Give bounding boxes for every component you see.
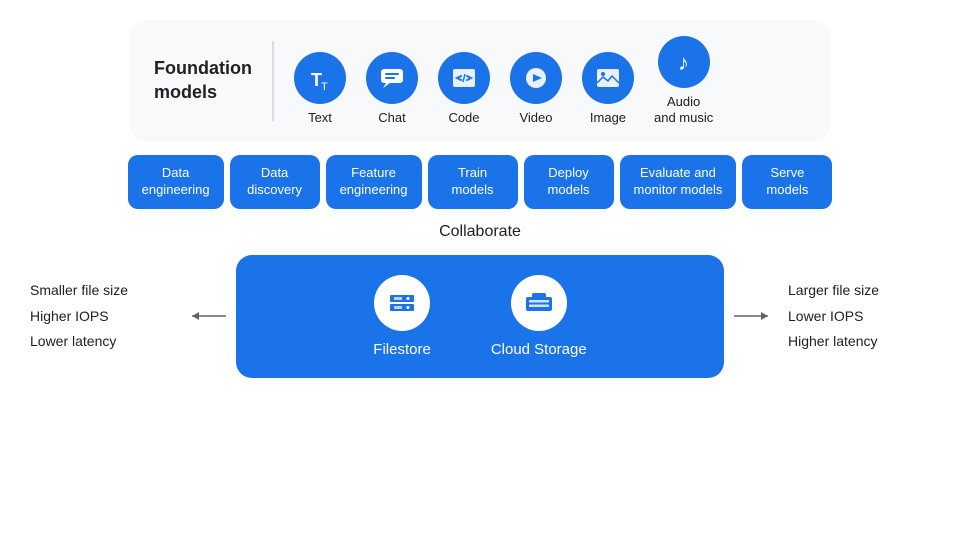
video-icon-label: Video <box>519 110 552 126</box>
pipeline-step-data-engineering[interactable]: Dataengineering <box>128 155 224 209</box>
code-icon-circle <box>438 52 490 104</box>
video-icon-circle <box>510 52 562 104</box>
pipeline-row: Dataengineering Datadiscovery Featureeng… <box>30 155 930 209</box>
audio-icon-label: Audioand music <box>654 94 713 125</box>
icon-text[interactable]: T T Text <box>294 52 346 126</box>
left-label-latency: Lower latency <box>30 332 180 352</box>
foundation-icons: T T Text Chat <box>294 36 713 125</box>
storage-item-cloud-storage[interactable]: Cloud Storage <box>491 275 587 358</box>
icon-video[interactable]: Video <box>510 52 562 126</box>
icon-chat[interactable]: Chat <box>366 52 418 126</box>
cloud-storage-icon-circle <box>511 275 567 331</box>
storage-item-filestore[interactable]: Filestore <box>373 275 431 358</box>
storage-right-labels: Larger file size Lower IOPS Higher laten… <box>780 281 930 352</box>
arrow-left <box>188 308 228 324</box>
pipeline-step-data-discovery[interactable]: Datadiscovery <box>230 155 320 209</box>
icon-code[interactable]: Code <box>438 52 490 126</box>
storage-section: Smaller file size Higher IOPS Lower late… <box>30 255 930 378</box>
pipeline-step-deploy-models[interactable]: Deploymodels <box>524 155 614 209</box>
icon-image[interactable]: Image <box>582 52 634 126</box>
foundation-section: Foundationmodels T T Text <box>130 20 830 141</box>
text-icon-circle: T T <box>294 52 346 104</box>
pipeline-step-feature-engineering[interactable]: Featureengineering <box>326 155 422 209</box>
right-label-file-size: Larger file size <box>788 281 930 301</box>
svg-text:T: T <box>321 81 328 92</box>
right-label-latency: Higher latency <box>788 332 930 352</box>
filestore-icon-circle <box>374 275 430 331</box>
image-icon-circle <box>582 52 634 104</box>
arrow-right <box>732 308 772 324</box>
icon-audio[interactable]: ♪ Audioand music <box>654 36 713 125</box>
foundation-divider <box>272 41 274 121</box>
left-label-file-size: Smaller file size <box>30 281 180 301</box>
diagram-wrapper: Foundationmodels T T Text <box>0 0 960 540</box>
pipeline-step-serve-models[interactable]: Servemodels <box>742 155 832 209</box>
pipeline-step-train-models[interactable]: Trainmodels <box>428 155 518 209</box>
chat-icon-label: Chat <box>378 110 405 126</box>
chat-icon-circle <box>366 52 418 104</box>
cloud-storage-label: Cloud Storage <box>491 341 587 358</box>
collaborate-label: Collaborate <box>439 223 521 241</box>
left-label-iops: Higher IOPS <box>30 307 180 327</box>
text-icon-label: Text <box>308 110 332 126</box>
filestore-label: Filestore <box>373 341 431 358</box>
pipeline-step-evaluate-monitor[interactable]: Evaluate andmonitor models <box>620 155 737 209</box>
storage-box: Filestore Cloud Storage <box>236 255 724 378</box>
code-icon-label: Code <box>448 110 479 126</box>
foundation-title: Foundationmodels <box>154 57 272 104</box>
svg-text:♪: ♪ <box>678 50 689 75</box>
image-icon-label: Image <box>590 110 626 126</box>
storage-left-labels: Smaller file size Higher IOPS Lower late… <box>30 281 180 352</box>
right-label-iops: Lower IOPS <box>788 307 930 327</box>
audio-icon-circle: ♪ <box>658 36 710 88</box>
